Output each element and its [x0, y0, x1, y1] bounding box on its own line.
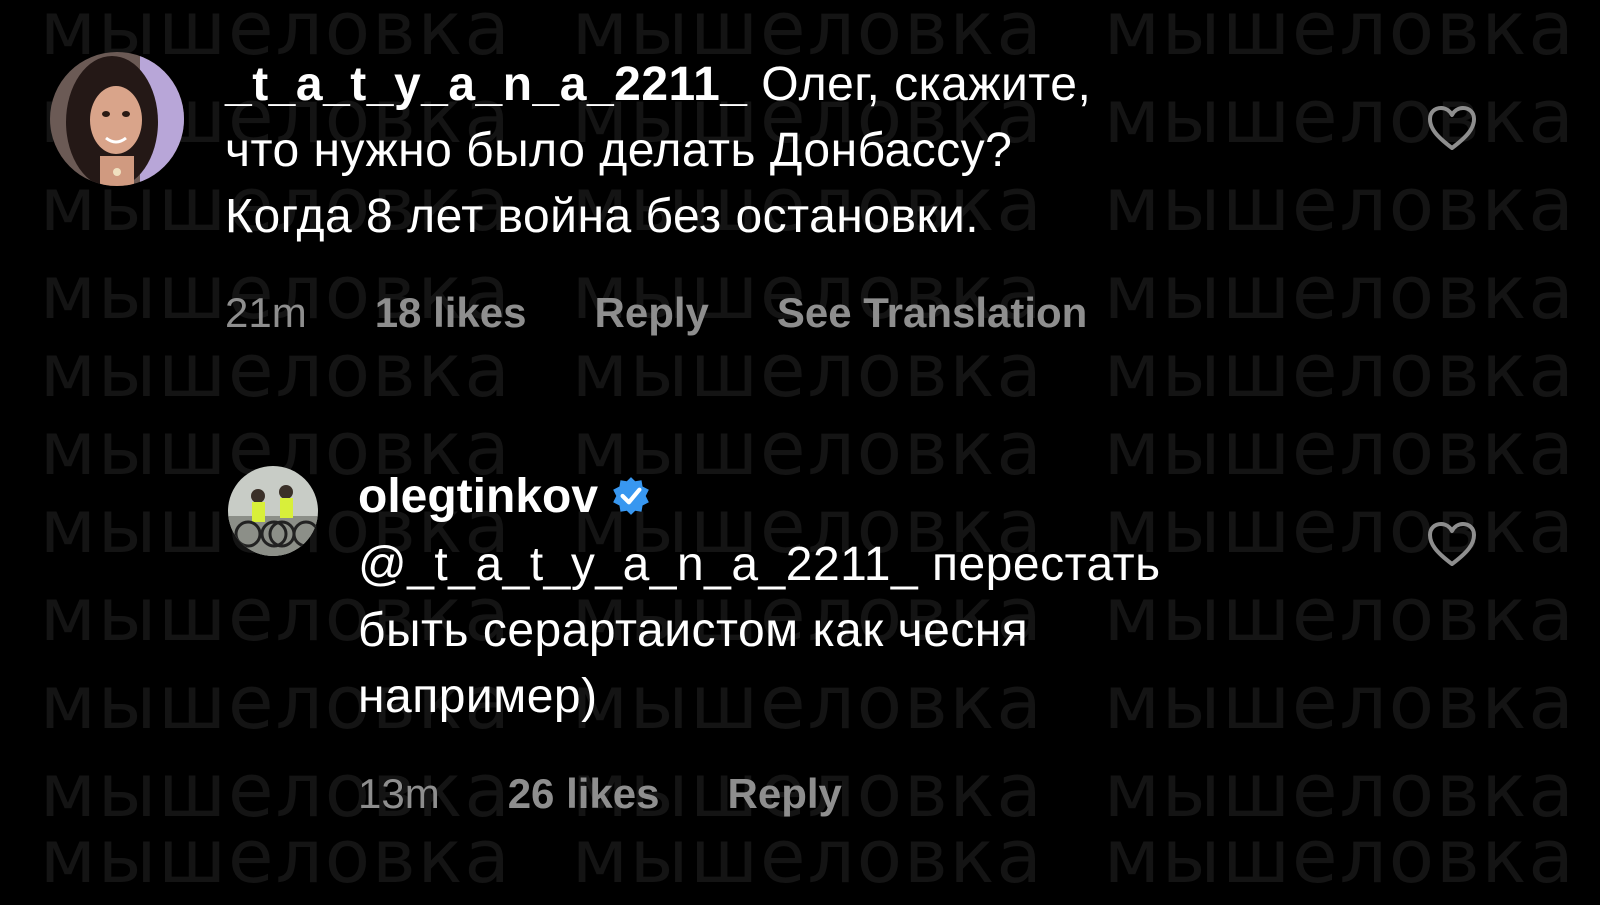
comment-body: _t_a_t_y_a_n_a_2211_ Олег, скажите, что … — [225, 52, 1375, 250]
reply-header: olegtinkov — [358, 466, 652, 526]
reply-line: быть серартаистом как чесня — [358, 604, 1029, 657]
reply-body: @_t_a_t_y_a_n_a_2211_ перестать быть сер… — [358, 532, 1378, 730]
watermark-text: мышеловка — [1104, 250, 1576, 336]
reply-line: @_t_a_t_y_a_n_a_2211_ перестать — [358, 532, 1378, 598]
heart-icon[interactable] — [1426, 520, 1478, 568]
reply-mention[interactable]: @_t_a_t_y_a_n_a_2211_ — [358, 538, 918, 591]
comment-text: Олег, скажите, — [747, 58, 1092, 111]
comment-line: Когда 8 лет война без остановки. — [225, 190, 980, 243]
watermark-text: мышеловка — [572, 328, 1044, 414]
comment-time: 21m — [225, 289, 307, 336]
reply-meta: 13m 26 likes Reply — [358, 770, 910, 818]
watermark-text: мышеловка — [1104, 748, 1576, 834]
comment-likes[interactable]: 18 likes — [375, 289, 527, 336]
comment-line: что нужно было делать Донбассу? — [225, 124, 1013, 177]
comment-username[interactable]: _t_a_t_y_a_n_a_2211_ — [225, 58, 747, 111]
reply-reply-button[interactable]: Reply — [728, 770, 842, 817]
avatar[interactable] — [228, 466, 318, 556]
reply-button[interactable]: Reply — [595, 289, 709, 336]
watermark-text: мышеловка — [572, 814, 1044, 900]
reply-text: перестать — [918, 538, 1161, 591]
reply-likes[interactable]: 26 likes — [508, 770, 660, 817]
comment-meta: 21m 18 likes Reply See Translation — [225, 289, 1155, 337]
reply-line: например) — [358, 670, 598, 723]
watermark-text: мышеловка — [40, 328, 512, 414]
comment-line: _t_a_t_y_a_n_a_2211_ Олег, скажите, — [225, 52, 1375, 118]
watermark-text: мышеловка — [1104, 328, 1576, 414]
watermark-text: мышеловка — [1104, 406, 1576, 492]
reply-time: 13m — [358, 770, 440, 817]
avatar[interactable] — [50, 52, 184, 186]
verified-badge-icon — [613, 477, 649, 515]
heart-icon[interactable] — [1426, 104, 1478, 152]
see-translation-button[interactable]: See Translation — [777, 289, 1087, 336]
watermark-text: мышеловка — [40, 814, 512, 900]
watermark-text: мышеловка — [1104, 814, 1576, 900]
reply-username[interactable]: olegtinkov — [358, 469, 598, 524]
